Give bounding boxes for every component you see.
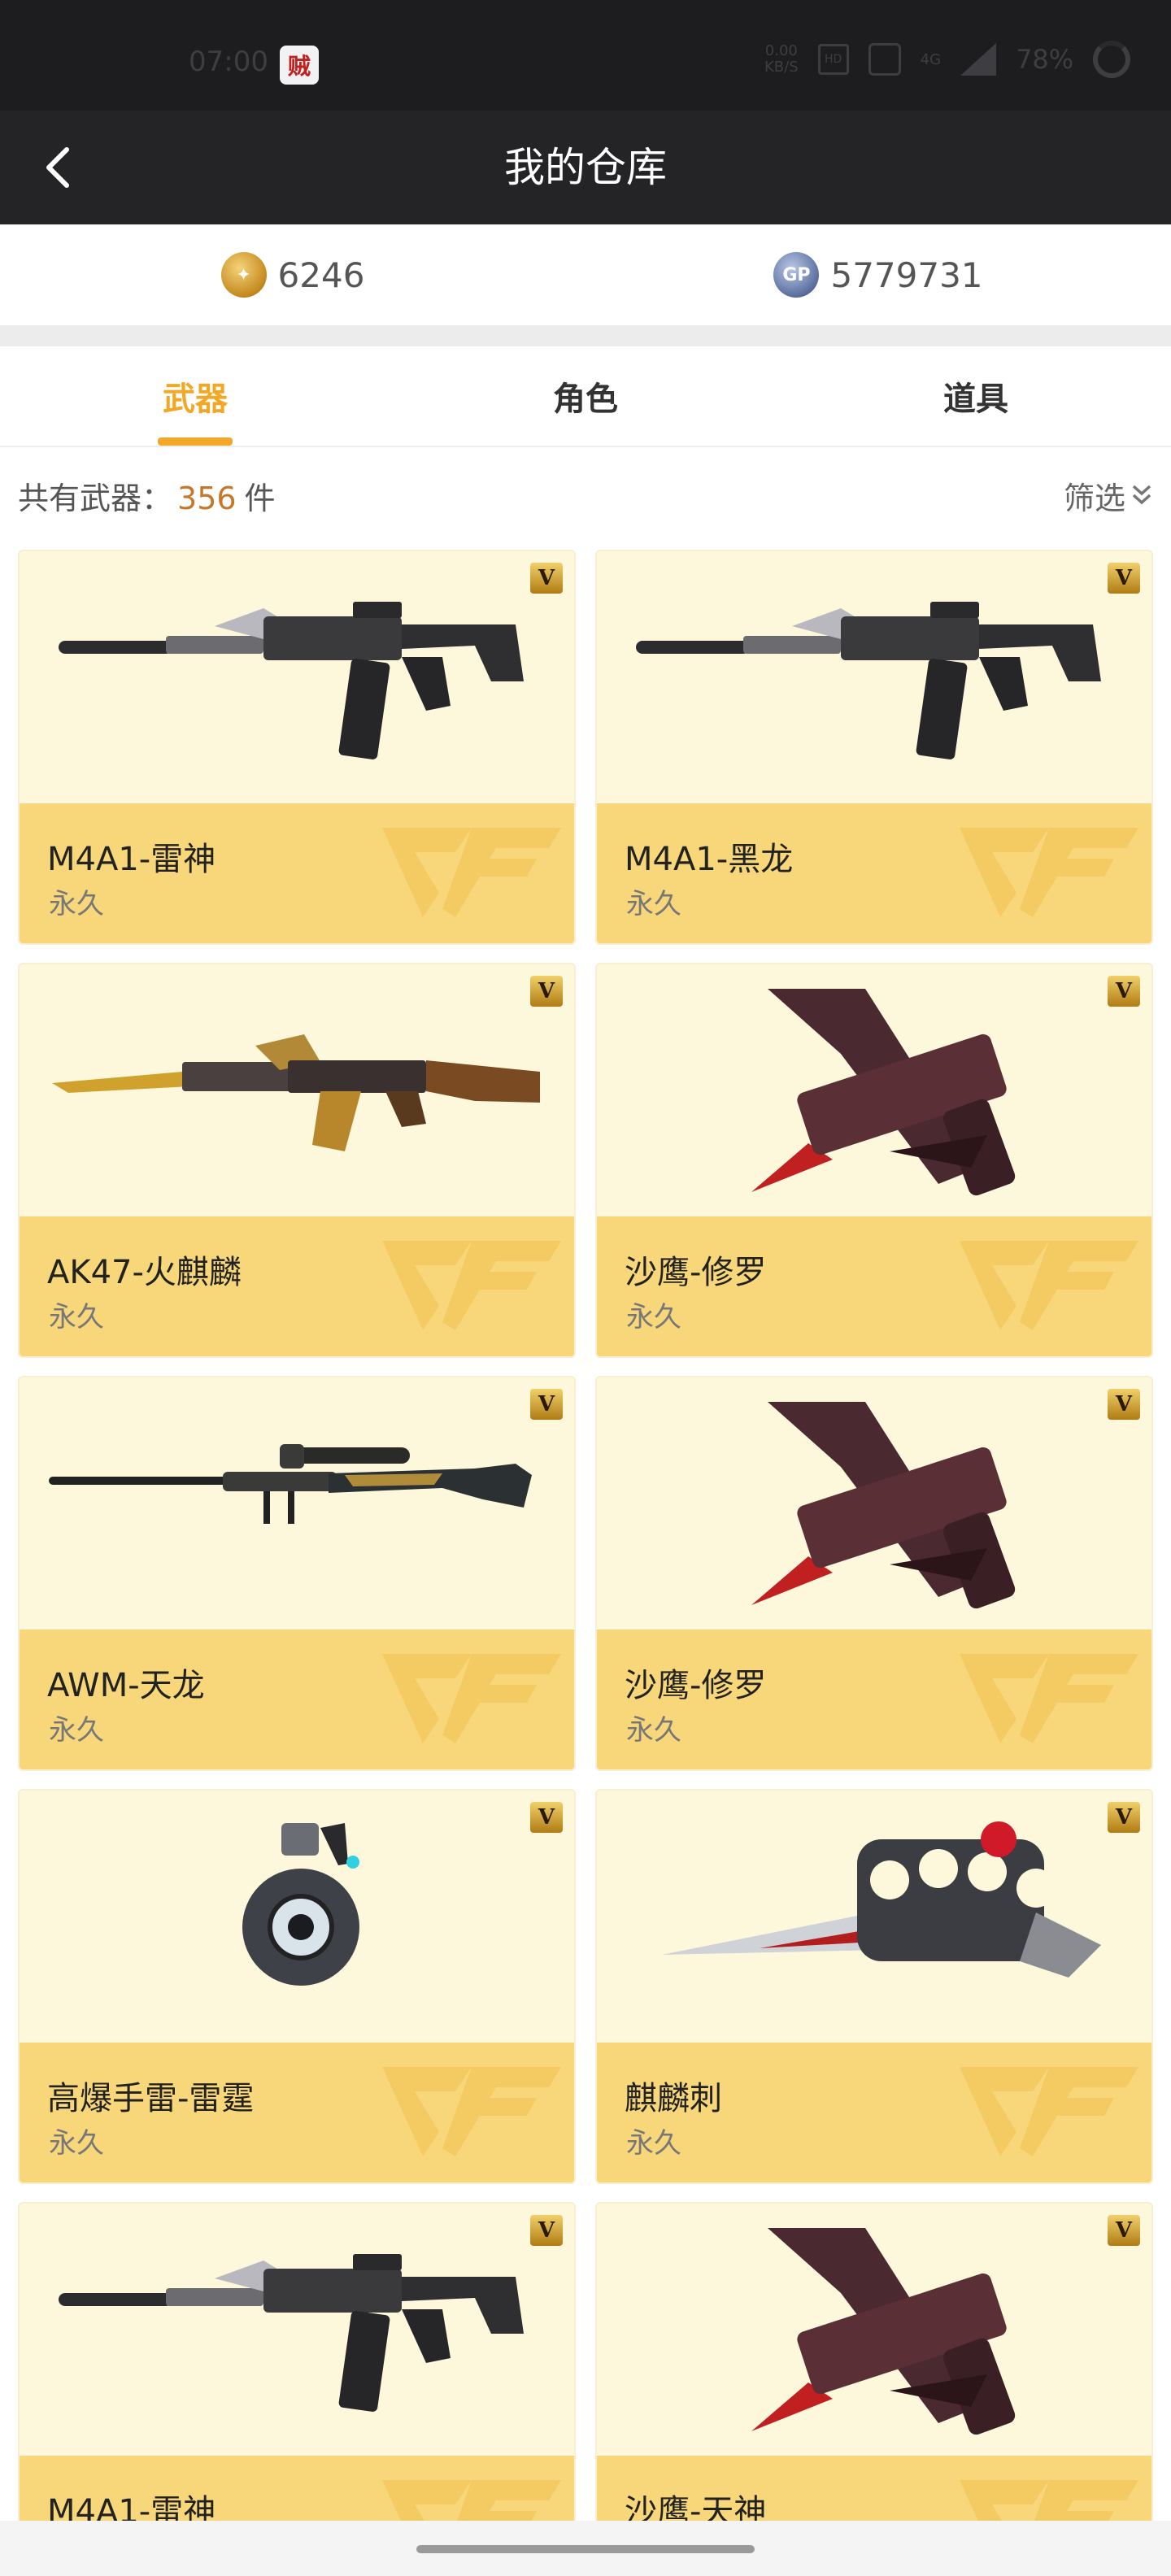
- pistol-desert-eagle-icon: [597, 1377, 1151, 1630]
- category-tabs: 武器 角色 道具: [0, 346, 1171, 447]
- summary-row: 共有武器： 356 件 筛选: [0, 447, 1171, 543]
- status-icons: 0.00 KB/S HD 4G 78%: [764, 41, 1131, 78]
- weapon-card[interactable]: V 沙鹰-修罗 永久: [595, 1376, 1153, 1771]
- hd-icon: HD: [817, 44, 849, 75]
- cf-logo-icon: [374, 1638, 569, 1760]
- tab-characters[interactable]: 角色: [390, 346, 781, 446]
- knuckle-knife-icon: [597, 1791, 1151, 2043]
- vip-badge-icon: V: [530, 1389, 563, 1420]
- filter-label: 筛选: [1063, 480, 1125, 516]
- pistol-desert-eagle-icon: [597, 2204, 1151, 2456]
- card-info: 沙鹰-修罗 永久: [597, 1216, 1151, 1356]
- weapon-card[interactable]: V 麒麟刺 永久: [595, 1789, 1153, 2184]
- count-unit: 件: [244, 480, 276, 516]
- net-speed: 0.00 KB/S: [764, 42, 799, 76]
- weapon-grid: V M4A1-雷神 永久 V M4A1-黑龙 永久 V AK47-火麒麟 永久 …: [18, 550, 1153, 2576]
- vip-badge-icon: V: [1108, 563, 1140, 594]
- vip-badge-icon: V: [1108, 976, 1140, 1007]
- vip-badge-icon: V: [530, 2215, 563, 2246]
- cf-logo-icon: [951, 1638, 1147, 1760]
- section-divider: [0, 325, 1171, 346]
- signal-icon: [960, 43, 997, 76]
- grenade-icon: [20, 1791, 574, 2043]
- vip-badge-icon: V: [1108, 2215, 1140, 2246]
- weapon-name: AK47-火麒麟: [47, 1254, 242, 1291]
- page-title: 我的仓库: [504, 144, 667, 191]
- battery-icon: [1093, 41, 1131, 78]
- weapon-duration: 永久: [49, 2127, 104, 2160]
- nav-bar: 我的仓库: [0, 111, 1171, 224]
- filter-button[interactable]: 筛选: [1064, 473, 1153, 518]
- card-info: 麒麟刺 永久: [597, 2043, 1151, 2182]
- battery-percent: 78%: [1016, 44, 1074, 75]
- weapon-card[interactable]: V AK47-火麒麟 永久: [18, 963, 576, 1358]
- card-info: AWM-天龙 永久: [20, 1630, 574, 1769]
- weapon-name: M4A1-雷神: [47, 841, 216, 878]
- gp-balance: GP 5779731: [586, 224, 1171, 325]
- rifle-m4a1-icon: [597, 551, 1151, 803]
- card-info: AK47-火麒麟 永久: [20, 1216, 574, 1356]
- home-indicator-bar: [0, 2521, 1171, 2576]
- weapon-duration: 永久: [49, 1301, 104, 1334]
- vip-badge-icon: V: [1108, 1802, 1140, 1833]
- weapon-count: 共有武器： 356 件: [18, 473, 276, 518]
- status-bar: 07:00 贼 0.00 KB/S HD 4G 78%: [0, 0, 1171, 111]
- weapon-duration: 永久: [49, 1714, 104, 1747]
- weapon-name: 沙鹰-修罗: [625, 1254, 767, 1291]
- card-info: 高爆手雷-雷霆 永久: [20, 2043, 574, 2182]
- weapon-card[interactable]: V 高爆手雷-雷霆 永久: [18, 1789, 576, 2184]
- gold-balance: ✦ 6246: [0, 224, 586, 325]
- home-indicator[interactable]: [416, 2545, 755, 2553]
- rifle-ak47-icon: [20, 964, 574, 1216]
- cf-logo-icon: [374, 1225, 569, 1347]
- pistol-desert-eagle-icon: [597, 964, 1151, 1216]
- rifle-m4a1-icon: [20, 551, 574, 803]
- gold-coin-icon: ✦: [220, 252, 267, 298]
- vip-badge-icon: V: [530, 976, 563, 1007]
- card-info: M4A1-黑龙 永久: [597, 803, 1151, 943]
- vibrate-icon: [868, 43, 901, 76]
- weapon-card[interactable]: V M4A1-黑龙 永久: [595, 550, 1153, 945]
- weapon-name: M4A1-黑龙: [625, 841, 794, 878]
- currency-bar: ✦ 6246 GP 5779731: [0, 224, 1171, 325]
- rifle-m4a1-icon: [20, 2204, 574, 2456]
- cf-logo-icon: [951, 812, 1147, 933]
- weapon-duration: 永久: [626, 1301, 681, 1334]
- network-type: 4G: [920, 50, 942, 68]
- gp-value: 5779731: [830, 255, 983, 295]
- weapon-card[interactable]: V M4A1-雷神 永久: [18, 550, 576, 945]
- card-info: 沙鹰-修罗 永久: [597, 1630, 1151, 1769]
- weapon-card[interactable]: V 沙鹰-修罗 永久: [595, 963, 1153, 1358]
- tab-items[interactable]: 道具: [781, 346, 1171, 446]
- cf-logo-icon: [951, 1225, 1147, 1347]
- weapon-name: 沙鹰-修罗: [625, 1667, 767, 1704]
- cf-logo-icon: [951, 2051, 1147, 2173]
- gp-coin-icon: GP: [773, 252, 820, 298]
- weapon-card[interactable]: V 沙鹰-天神 永久: [595, 2202, 1153, 2576]
- weapon-card[interactable]: V M4A1-雷神 永久: [18, 2202, 576, 2576]
- vip-badge-icon: V: [530, 563, 563, 594]
- double-chevron-down-icon: [1132, 485, 1151, 505]
- weapon-name: 麒麟刺: [625, 2080, 722, 2117]
- weapon-duration: 永久: [626, 888, 681, 920]
- sniper-awm-icon: [20, 1377, 574, 1630]
- cf-logo-icon: [374, 812, 569, 933]
- tab-weapons[interactable]: 武器: [0, 346, 390, 446]
- weapon-name: 高爆手雷-雷霆: [47, 2080, 255, 2117]
- gold-value: 6246: [277, 255, 365, 295]
- vip-badge-icon: V: [530, 1802, 563, 1833]
- weapon-card[interactable]: V AWM-天龙 永久: [18, 1376, 576, 1771]
- weapon-duration: 永久: [626, 2127, 681, 2160]
- vip-badge-icon: V: [1108, 1389, 1140, 1420]
- weapon-duration: 永久: [49, 888, 104, 920]
- weapon-duration: 永久: [626, 1714, 681, 1747]
- cf-logo-icon: [374, 2051, 569, 2173]
- card-info: M4A1-雷神 永久: [20, 803, 574, 943]
- weapon-name: AWM-天龙: [47, 1667, 205, 1704]
- count-value: 356: [177, 480, 237, 516]
- count-label: 共有武器：: [18, 480, 173, 516]
- status-time: 07:00: [189, 46, 268, 78]
- app-notification-icon: 贼: [280, 46, 319, 85]
